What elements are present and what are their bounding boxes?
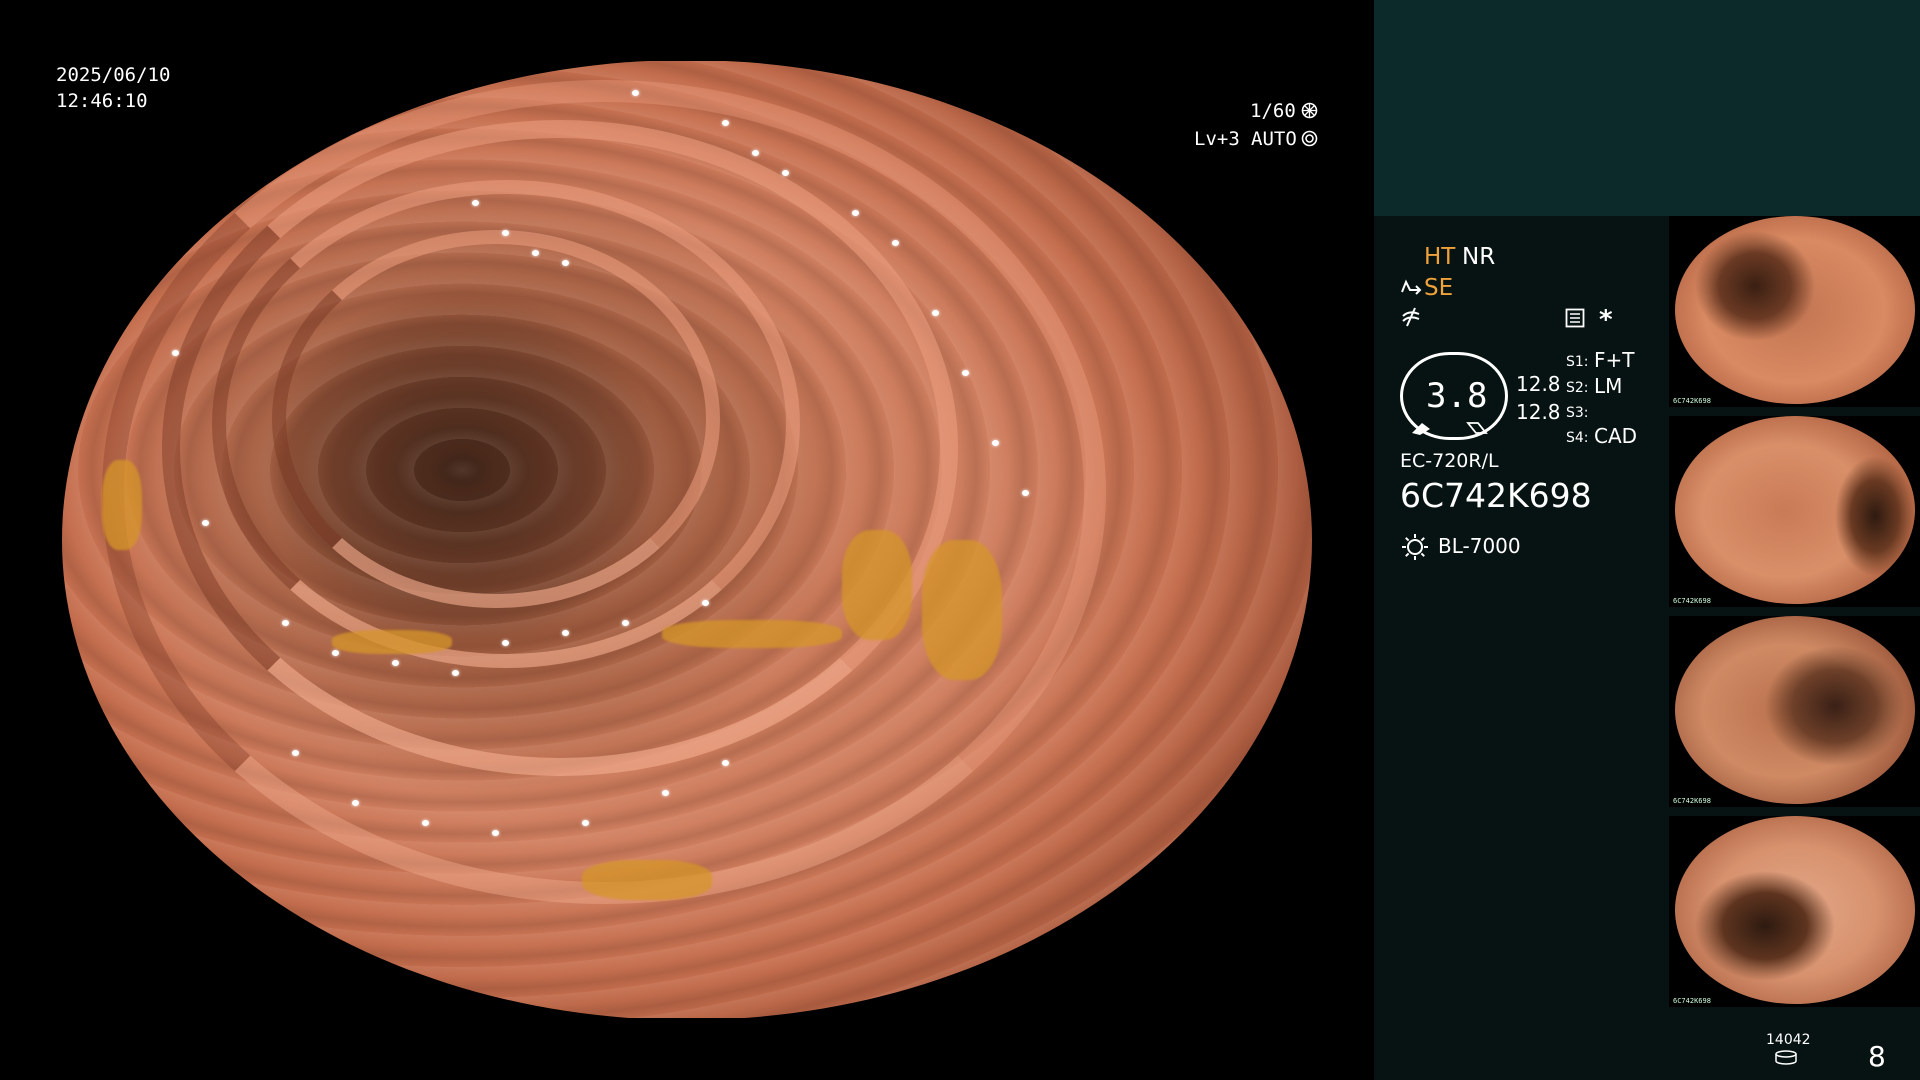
gauge-marker-left — [1410, 420, 1432, 435]
specular-highlight — [262, 140, 269, 146]
disk-stack-icon — [1774, 1050, 1798, 1066]
bile-spot — [582, 860, 712, 900]
bile-spot — [922, 540, 1002, 680]
thumbnail-caption: 6C742K698 — [1673, 797, 1711, 805]
specular-highlight — [152, 900, 159, 906]
specular-highlight — [782, 170, 789, 176]
sun-icon — [1400, 532, 1430, 562]
readout-bottom: 12.8 — [1516, 400, 1561, 424]
captured-thumbnail-1[interactable]: 6C742K698 — [1669, 216, 1920, 407]
switch-2-value: LM — [1594, 374, 1623, 398]
nr-indicator: NR — [1462, 244, 1496, 270]
specular-highlight — [702, 600, 709, 606]
captured-thumbnail-4[interactable]: 6C742K698 — [1669, 816, 1920, 1007]
specular-highlight — [502, 640, 509, 646]
thumbnail-caption: 6C742K698 — [1673, 397, 1711, 405]
specular-highlight — [202, 520, 209, 526]
thumbnail-image — [1675, 216, 1915, 404]
gauge-marker-right — [1466, 420, 1488, 434]
bile-spot — [102, 460, 142, 550]
specular-highlight — [662, 790, 669, 796]
iris-mode-readout: AUTO — [1251, 128, 1297, 150]
specular-highlight — [632, 90, 639, 96]
tilde-arrow-icon — [1400, 278, 1422, 298]
captured-thumbnail-3[interactable]: 6C742K698 — [1669, 616, 1920, 807]
switch-4-value: CAD — [1594, 424, 1638, 448]
switch-4-key: S4: — [1566, 430, 1589, 446]
light-source: BL-7000 — [1438, 534, 1521, 558]
specular-highlight — [962, 370, 969, 376]
level-readout: Lv+3 — [1194, 128, 1240, 150]
specular-highlight — [502, 230, 509, 236]
thumbnail-caption: 6C742K698 — [1673, 997, 1711, 1005]
specular-highlight — [582, 820, 589, 826]
scope-model: EC-720R/L — [1400, 450, 1499, 472]
frame-mask-top — [0, 0, 1372, 61]
specular-highlight — [622, 620, 629, 626]
ht-indicator: HT — [1424, 244, 1456, 270]
specular-highlight — [562, 260, 569, 266]
frame-mask-bottom — [0, 1018, 1372, 1080]
specular-highlight — [1022, 490, 1029, 496]
aperture-icon — [1301, 102, 1318, 119]
switch-1-value: F+T — [1594, 348, 1635, 372]
gauge-value: 3.8 — [1426, 376, 1488, 416]
se-indicator: SE — [1424, 275, 1454, 301]
date-readout: 2025/06/10 — [56, 64, 171, 86]
record-card-icon[interactable] — [1565, 308, 1585, 328]
specular-highlight — [752, 150, 759, 156]
specular-highlight — [852, 210, 859, 216]
specular-highlight — [172, 350, 179, 356]
thumbnail-image — [1675, 816, 1915, 1004]
switch-2-key: S2: — [1566, 380, 1589, 396]
thumbnail-caption: 6C742K698 — [1673, 597, 1711, 605]
specular-highlight — [422, 820, 429, 826]
scope-serial: 6C742K698 — [1400, 476, 1592, 515]
shutter-readout: 1/60 — [1250, 100, 1296, 122]
specular-highlight — [202, 210, 209, 216]
mucosal-fold — [102, 80, 1106, 904]
bile-spot — [332, 630, 452, 654]
bile-spot — [842, 530, 912, 640]
endoscopy-screen: 2025/06/10 12:46:10 1/60 Lv+3 AUTO HT NR… — [0, 0, 1920, 1080]
star-indicator: * — [1599, 305, 1613, 335]
not-equal-icon — [1401, 306, 1421, 328]
iris-icon — [1301, 130, 1318, 147]
switch-3-key: S3: — [1566, 405, 1589, 421]
storage-counter: 14042 — [1766, 1032, 1811, 1048]
specular-highlight — [352, 800, 359, 806]
specular-highlight — [282, 620, 289, 626]
specular-highlight — [232, 170, 239, 176]
image-count: 8 — [1868, 1040, 1886, 1073]
switch-1-key: S1: — [1566, 354, 1589, 370]
thumbnail-image — [1675, 416, 1915, 604]
endoscope-live-view — [62, 60, 1312, 1020]
patient-info-area — [1374, 0, 1920, 216]
thumbnail-image — [1675, 616, 1915, 804]
specular-highlight — [452, 670, 459, 676]
specular-highlight — [292, 750, 299, 756]
specular-highlight — [722, 760, 729, 766]
specular-highlight — [932, 310, 939, 316]
specular-highlight — [472, 200, 479, 206]
time-readout: 12:46:10 — [56, 90, 148, 112]
specular-highlight — [392, 660, 399, 666]
bile-spot — [662, 620, 842, 648]
specular-highlight — [492, 830, 499, 836]
specular-highlight — [722, 120, 729, 126]
readout-top: 12.8 — [1516, 372, 1561, 396]
specular-highlight — [992, 440, 999, 446]
specular-highlight — [532, 250, 539, 256]
captured-thumbnail-2[interactable]: 6C742K698 — [1669, 416, 1920, 607]
specular-highlight — [562, 630, 569, 636]
specular-highlight — [332, 650, 339, 656]
specular-highlight — [892, 240, 899, 246]
